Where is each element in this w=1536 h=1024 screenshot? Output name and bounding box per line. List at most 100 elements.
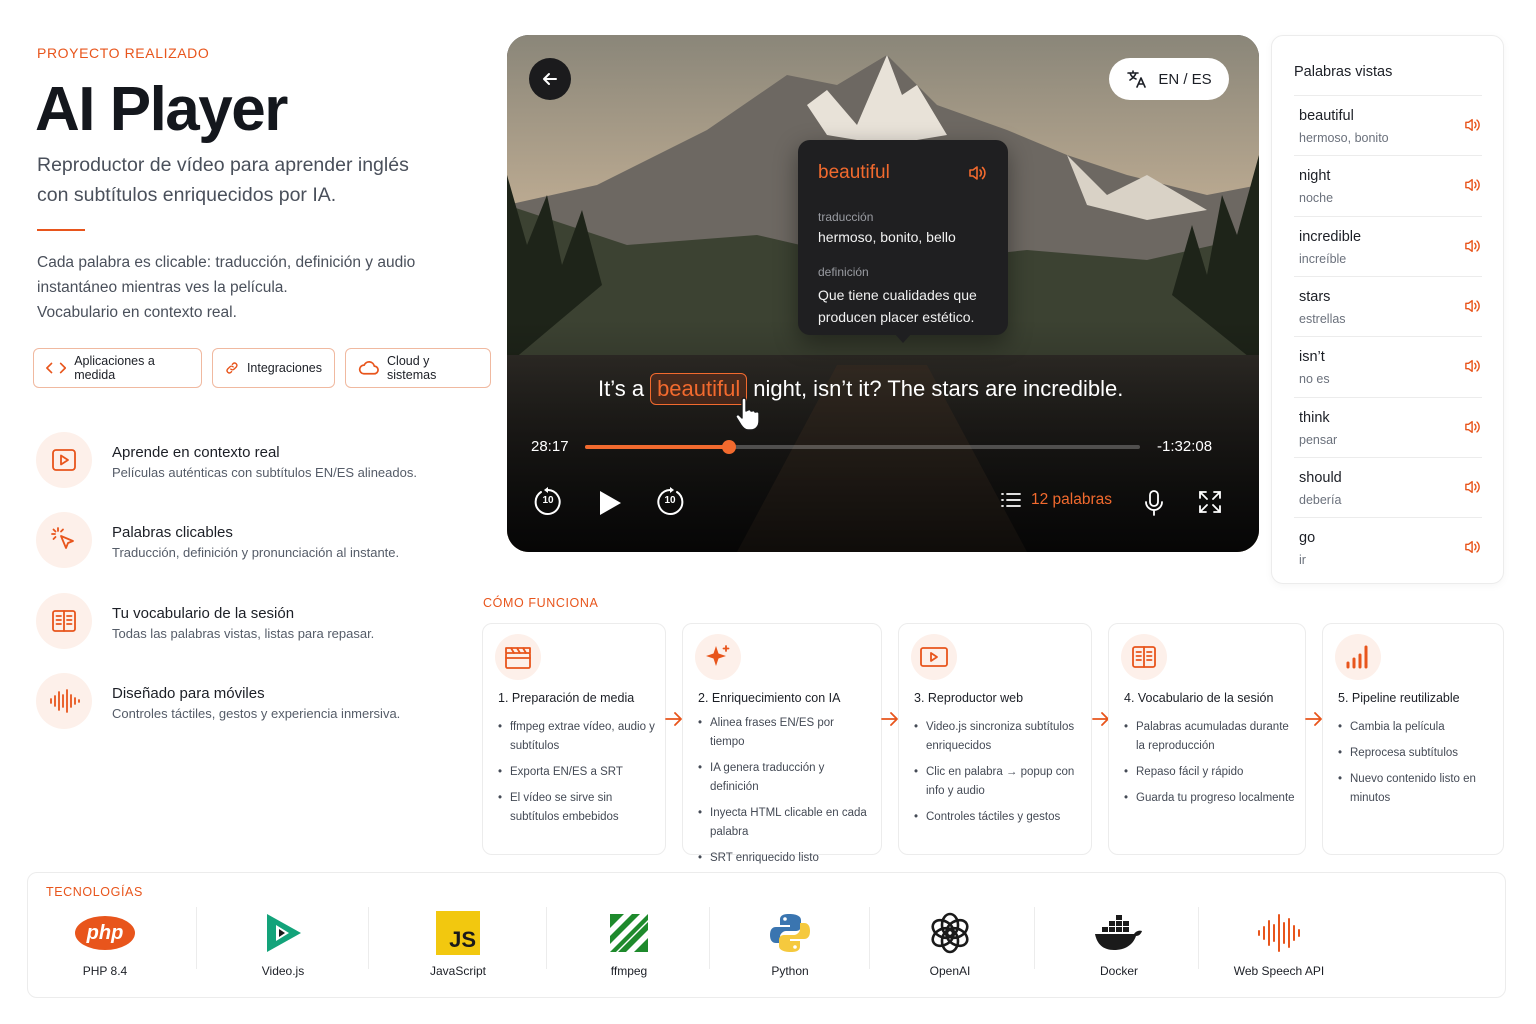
feature-text: Controles táctiles, gestos y experiencia… (112, 706, 401, 721)
page-title: AI Player (35, 75, 288, 144)
step-bullet: Controles táctiles y gestos (914, 808, 1081, 827)
language-toggle[interactable]: EN / ES (1109, 58, 1229, 100)
tech-name: OpenAI (929, 964, 971, 978)
tech-name: Docker (1099, 964, 1138, 978)
seen-word-row[interactable]: night noche (1294, 155, 1482, 215)
tag-custom-apps[interactable]: Aplicaciones a medida (33, 348, 202, 388)
step-title: 4. Vocabulario de la sesión (1124, 691, 1274, 705)
arrow-right-icon (881, 712, 898, 726)
technologies-eyebrow: TECNOLOGÍAS (46, 885, 143, 899)
feature-text: Películas auténticas con subtítulos EN/E… (112, 465, 417, 480)
seen-word: go (1299, 530, 1316, 547)
speaker-icon[interactable] (1464, 298, 1482, 314)
feature-mobile: Diseñado para móviles Controles táctiles,… (36, 673, 456, 729)
seen-word: isn’t (1299, 349, 1325, 366)
seen-word-translation: pensar (1299, 432, 1338, 447)
seen-word: stars (1299, 288, 1331, 305)
word-list-button[interactable]: 12 palabras (1001, 491, 1112, 509)
step-bullets: Cambia la película Reprocesa subtítulos … (1338, 718, 1503, 815)
feature-icon-wrap (36, 593, 92, 649)
skip-back-button[interactable]: 10 (532, 486, 564, 518)
sparkle-icon (706, 645, 730, 666)
accent-divider (37, 229, 85, 231)
fullscreen-icon[interactable] (1198, 490, 1222, 514)
step-title: 5. Pipeline reutilizable (1338, 691, 1460, 705)
arrow-left-icon (543, 73, 557, 85)
progress-bar[interactable] (585, 440, 1140, 454)
step-card-vocabulary: 4. Vocabulario de la sesión Palabras acu… (1108, 623, 1306, 855)
step-icon-wrap (911, 634, 957, 680)
step-card-web-player: 3. Reproductor web Video.js sincroniza s… (898, 623, 1092, 855)
speaker-icon[interactable] (1464, 479, 1482, 495)
speaker-icon[interactable] (1464, 238, 1482, 254)
feature-icon-wrap (36, 673, 92, 729)
feature-title: Palabras clicables (112, 524, 233, 541)
popup-definition-line: Que tiene cualidades que (818, 287, 977, 303)
docker-logo (1095, 915, 1142, 950)
tech-name: Video.js (261, 964, 305, 978)
subtitle-line: con subtítulos enriquecidos por IA. (37, 184, 337, 206)
seen-word-row[interactable]: incredible increíble (1294, 215, 1482, 276)
tag-label: Cloud y sistemas (387, 354, 437, 382)
popup-translation: hermoso, bonito, bello (818, 229, 956, 245)
video-player[interactable]: EN / ES beautiful traducción hermoso, bo… (507, 35, 1259, 552)
speaker-icon[interactable] (968, 164, 988, 182)
step-card-ai: 2. Enriquecimiento con IA Alinea frases … (682, 623, 882, 868)
openai-logo (931, 912, 969, 954)
seen-word-row[interactable]: isn’t no es (1294, 336, 1482, 396)
tech-name: PHP 8.4 (82, 964, 128, 978)
feature-title: Tu vocabulario de la sesión (112, 605, 295, 622)
step-bullets: Alinea frases EN/ES por tiempo IA genera… (698, 714, 881, 875)
step-bullet: SRT enriquecido listo (698, 849, 871, 868)
step-icon-wrap (695, 634, 741, 680)
tag-cloud[interactable]: Cloud y sistemas (345, 348, 491, 388)
step-bullet: Palabras acumuladas durante la reproducc… (1124, 718, 1295, 756)
seen-word-row[interactable]: beautiful hermoso, bonito (1294, 95, 1482, 155)
step-bullet: Exporta EN/ES a SRT (498, 763, 655, 782)
translate-icon (1127, 70, 1147, 88)
seen-word-row[interactable]: think pensar (1294, 396, 1482, 457)
step-bullet: Guarda tu progreso localmente (1124, 789, 1295, 808)
tag-integrations[interactable]: Integraciones (212, 348, 335, 388)
description-line: instantáneo mientras ves la película. (37, 279, 288, 296)
feature-text: Todas las palabras vistas, listas para r… (112, 626, 375, 641)
seen-word-row[interactable]: stars estrellas (1294, 275, 1482, 336)
code-icon (46, 362, 67, 374)
play-button[interactable] (597, 489, 623, 517)
popup-translation-label: traducción (818, 210, 874, 224)
seen-words-panel: Palabras vistas beautiful hermoso, bonito… (1271, 35, 1504, 584)
skip-forward-button[interactable]: 10 (654, 486, 686, 518)
speaker-icon[interactable] (1464, 358, 1482, 374)
popup-definition-line: producen placer estético. (818, 309, 975, 325)
step-icon-wrap (1121, 634, 1167, 680)
popup-definition-label: definición (818, 265, 869, 279)
seen-word: should (1299, 469, 1342, 486)
microphone-icon[interactable] (1143, 489, 1165, 517)
speaker-icon[interactable] (1464, 539, 1482, 555)
description-line: Cada palabra es clicable: traducción, de… (37, 254, 416, 271)
tech-name: Python (771, 964, 809, 978)
speaker-icon[interactable] (1464, 419, 1482, 435)
step-card-pipeline: 5. Pipeline reutilizable Cambia la pelíc… (1322, 623, 1504, 855)
step-bullet: Repaso fácil y rápido (1124, 763, 1295, 782)
tech-name: ffmpeg (610, 964, 648, 978)
tag-label: Aplicaciones a medida (74, 354, 155, 382)
speaker-icon[interactable] (1464, 177, 1482, 193)
book-icon (1132, 646, 1156, 668)
step-bullet: Cambia la película (1338, 718, 1493, 737)
seen-word-translation: increíble (1299, 251, 1347, 266)
seen-word-row[interactable]: should debería (1294, 456, 1482, 517)
step-title: 1. Preparación de media (498, 691, 635, 705)
back-button[interactable] (529, 58, 571, 100)
speaker-icon[interactable] (1464, 117, 1482, 133)
seen-word-row[interactable]: go ir (1294, 517, 1482, 577)
time-elapsed: 28:17 (531, 438, 569, 455)
step-bullet: Alinea frases EN/ES por tiempo (698, 714, 871, 752)
feature-icon-wrap (36, 432, 92, 488)
tech-name: Web Speech API (1233, 964, 1325, 978)
hand-cursor-icon (735, 397, 760, 431)
step-bullets: Video.js sincroniza subtítulos enriqueci… (914, 718, 1091, 834)
popup-word: beautiful (818, 162, 890, 183)
book-icon (52, 610, 76, 632)
seen-word: night (1299, 168, 1331, 185)
